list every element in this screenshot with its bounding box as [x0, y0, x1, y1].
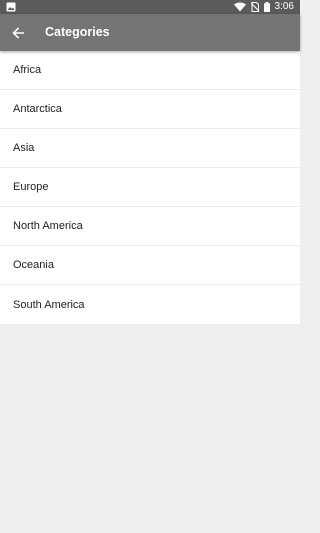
status-bar: 3:06: [0, 0, 300, 14]
list-item-label: Antarctica: [13, 103, 62, 115]
status-time: 3:06: [274, 1, 294, 12]
list-item-asia[interactable]: Asia: [0, 129, 300, 168]
app-bar: Categories: [0, 14, 300, 51]
list-item-label: North America: [13, 220, 83, 232]
arrow-back-icon: [12, 27, 24, 39]
status-icons: 3:06: [233, 0, 294, 14]
list-item-antarctica[interactable]: Antarctica: [0, 90, 300, 129]
page-title: Categories: [45, 25, 110, 39]
image-icon: [6, 2, 16, 12]
category-list: Africa Antarctica Asia Europe North Amer…: [0, 51, 300, 324]
list-item-label: Asia: [13, 142, 35, 154]
list-item-label: Oceania: [13, 259, 54, 271]
list-item-europe[interactable]: Europe: [0, 168, 300, 207]
list-item-africa[interactable]: Africa: [0, 51, 300, 90]
list-item-south-america[interactable]: South America: [0, 285, 300, 324]
list-item-label: Europe: [13, 181, 49, 193]
list-item-north-america[interactable]: North America: [0, 207, 300, 246]
wifi-icon: [233, 2, 246, 12]
back-button[interactable]: [7, 22, 29, 44]
battery-icon: [263, 2, 270, 12]
list-item-label: Africa: [13, 64, 42, 76]
list-item-label: South America: [13, 298, 85, 311]
no-sim-icon: [250, 2, 259, 12]
list-item-oceania[interactable]: Oceania: [0, 246, 300, 285]
